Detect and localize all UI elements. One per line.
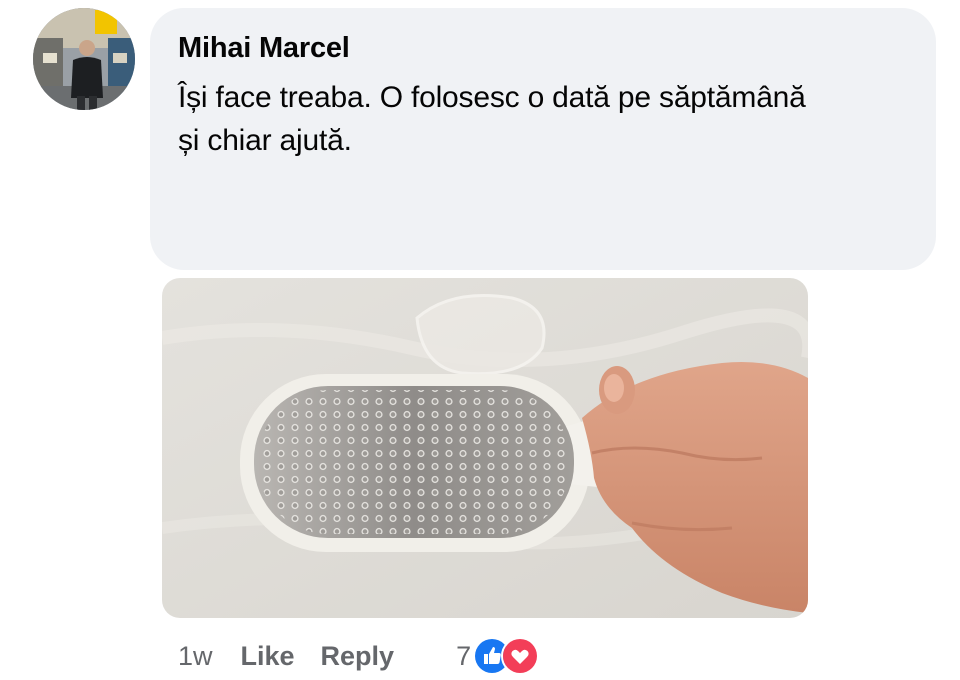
comment-thread: Mihai Marcel Își face treaba. O folosesc… — [0, 0, 960, 680]
foot-file-photo — [162, 278, 808, 618]
comment-actions: 1w Like Reply 7 — [178, 636, 540, 676]
reaction-count: 7 — [456, 640, 472, 671]
comment-timestamp[interactable]: 1w — [178, 641, 213, 672]
reactions-summary[interactable]: 7 — [456, 637, 540, 675]
comment-photo[interactable] — [162, 278, 808, 618]
like-button[interactable]: Like — [241, 641, 295, 672]
comment-author[interactable]: Mihai Marcel — [178, 30, 908, 66]
avatar-photo — [33, 8, 135, 110]
love-icon — [501, 637, 540, 675]
comment-text: Își face treaba. O folosesc o dată pe să… — [178, 81, 806, 157]
reply-button[interactable]: Reply — [321, 641, 395, 672]
comment-bubble: Mihai Marcel Își face treaba. O folosesc… — [150, 8, 936, 270]
avatar[interactable] — [33, 8, 135, 110]
